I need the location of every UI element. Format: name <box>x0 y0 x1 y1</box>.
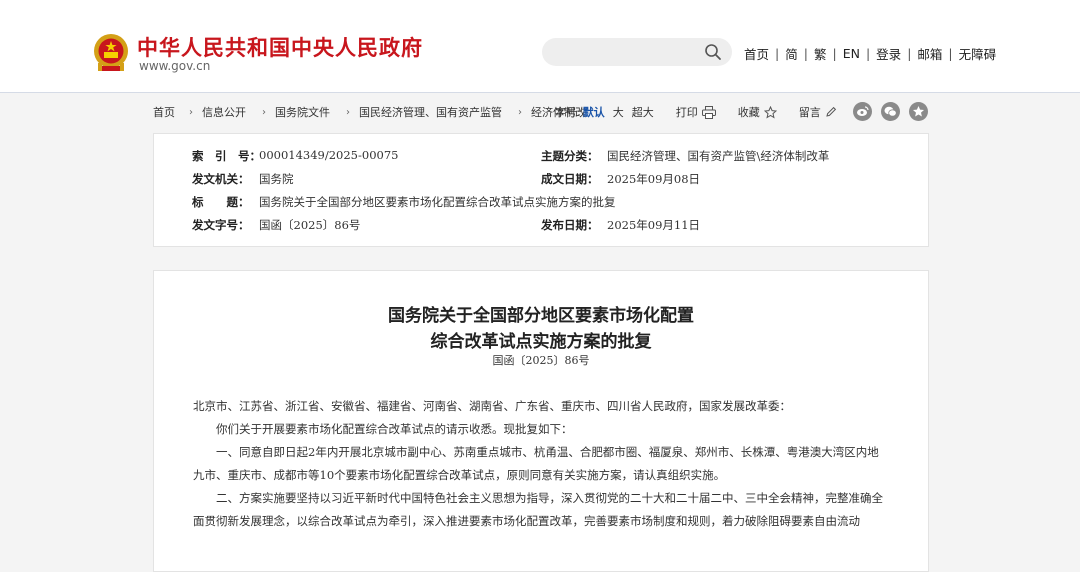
article-tools: 字号: 默认 大 超大 打印 收藏 留言 <box>555 104 837 120</box>
written-date-label: 成文日期： <box>541 172 599 186</box>
font-size-xlarge[interactable]: 超大 <box>632 104 654 120</box>
document-number: 国函〔2025〕86号 <box>492 354 590 367</box>
breadcrumb-state-council-docs[interactable]: 国务院文件 <box>275 104 330 120</box>
title-label: 标 题： <box>192 195 250 209</box>
top-nav: 首页 | 简 | 繁 | EN | 登录 | 邮箱 | 无障碍 <box>744 44 996 63</box>
publish-date-label: 发布日期： <box>541 218 599 232</box>
breadcrumb-economy[interactable]: 国民经济管理、国有资产监管 <box>359 104 502 120</box>
comment-label: 留言 <box>798 106 821 119</box>
document-number-value: 国函〔2025〕86号 <box>259 218 361 232</box>
wechat-icon[interactable] <box>881 102 900 121</box>
print-button[interactable]: 打印 <box>676 104 716 120</box>
index-number-label: 索 引 号： <box>192 149 261 163</box>
document-title-line-1: 国务院关于全国部分地区要素市场化配置 <box>388 306 694 326</box>
favorite-button[interactable]: 收藏 <box>738 104 777 120</box>
font-size-default[interactable]: 默认 <box>583 104 605 120</box>
star-icon <box>763 105 777 119</box>
nav-home[interactable]: 首页 <box>744 44 769 63</box>
document-info-card: 索 引 号： 000014349/2025-00075 主题分类： 国民经济管理… <box>153 133 929 247</box>
document-title-line-2: 综合改革试点实施方案的批复 <box>430 332 652 352</box>
nav-divider: | <box>865 46 871 61</box>
breadcrumb-info-open[interactable]: 信息公开 <box>202 104 246 120</box>
breadcrumb: 首页 › 信息公开 › 国务院文件 › 国民经济管理、国有资产监管 › 经济体制… <box>153 104 586 120</box>
breadcrumb-home[interactable]: 首页 <box>153 104 175 120</box>
comment-button[interactable]: 留言 <box>799 104 837 120</box>
nav-divider: | <box>907 46 912 61</box>
publish-date-value: 2025年09月11日 <box>607 218 701 232</box>
issuer-value: 国务院 <box>259 172 294 186</box>
document-number-label: 发文字号： <box>192 218 250 232</box>
national-emblem-logo[interactable] <box>92 33 130 73</box>
nav-traditional[interactable]: 繁 <box>814 44 827 63</box>
share-bar <box>853 102 937 121</box>
written-date-value: 2025年09月08日 <box>607 172 701 186</box>
nav-divider: | <box>803 46 808 61</box>
document-paragraph: 你们关于开展要素市场化配置综合改革试点的请示收悉。现批复如下： <box>193 422 573 436</box>
nav-accessibility[interactable]: 无障碍 <box>959 44 997 63</box>
search-box <box>542 38 732 66</box>
title-value: 国务院关于全国部分地区要素市场化配置综合改革试点实施方案的批复 <box>259 195 616 209</box>
nav-divider: | <box>832 46 837 61</box>
header-divider <box>0 92 1080 93</box>
qzone-icon[interactable] <box>909 102 928 121</box>
category-value: 国民经济管理、国有资产监管\经济体制改革 <box>607 149 830 163</box>
printer-icon <box>701 105 716 119</box>
nav-english[interactable]: EN <box>843 46 860 61</box>
favorite-label: 收藏 <box>737 106 760 119</box>
document-addressee: 北京市、江苏省、浙江省、安徽省、福建省、河南省、湖南省、广东省、重庆市、四川省人… <box>193 399 791 413</box>
site-name[interactable]: 中华人民共和国中央人民政府 <box>137 32 423 62</box>
nav-mail[interactable]: 邮箱 <box>917 44 942 63</box>
index-number-value: 000014349/2025-00075 <box>259 148 399 162</box>
search-icon[interactable] <box>704 43 722 61</box>
print-label: 打印 <box>675 106 698 119</box>
weibo-icon[interactable] <box>853 102 872 121</box>
document-paragraph: 二、方案实施要坚持以习近平新时代中国特色社会主义思想为指导，深入贯彻党的二十大和… <box>193 491 883 528</box>
chevron-right-icon: › <box>262 106 266 118</box>
chevron-right-icon: › <box>346 106 350 118</box>
document-paragraph: 一、同意自即日起2年内开展北京城市副中心、苏南重点城市、杭甬温、合肥都市圈、福厦… <box>193 445 879 482</box>
nav-login[interactable]: 登录 <box>876 44 901 63</box>
chevron-right-icon: › <box>189 106 193 118</box>
site-header: 中华人民共和国中央人民政府 www.gov.cn 首页 | 简 | 繁 | EN… <box>0 0 1080 93</box>
font-size-large[interactable]: 大 <box>613 104 624 120</box>
search-input[interactable] <box>554 42 708 64</box>
issuer-label: 发文机关： <box>192 172 250 186</box>
category-label: 主题分类： <box>541 149 599 163</box>
nav-divider: | <box>775 46 780 61</box>
nav-divider: | <box>948 46 953 61</box>
site-domain: www.gov.cn <box>139 59 211 73</box>
chevron-right-icon: › <box>518 106 522 118</box>
document-body: 国务院关于全国部分地区要素市场化配置 综合改革试点实施方案的批复 国函〔2025… <box>153 270 929 572</box>
pencil-icon <box>826 106 836 117</box>
nav-simplified[interactable]: 简 <box>785 44 798 63</box>
font-size-label: 字号: <box>555 106 581 119</box>
